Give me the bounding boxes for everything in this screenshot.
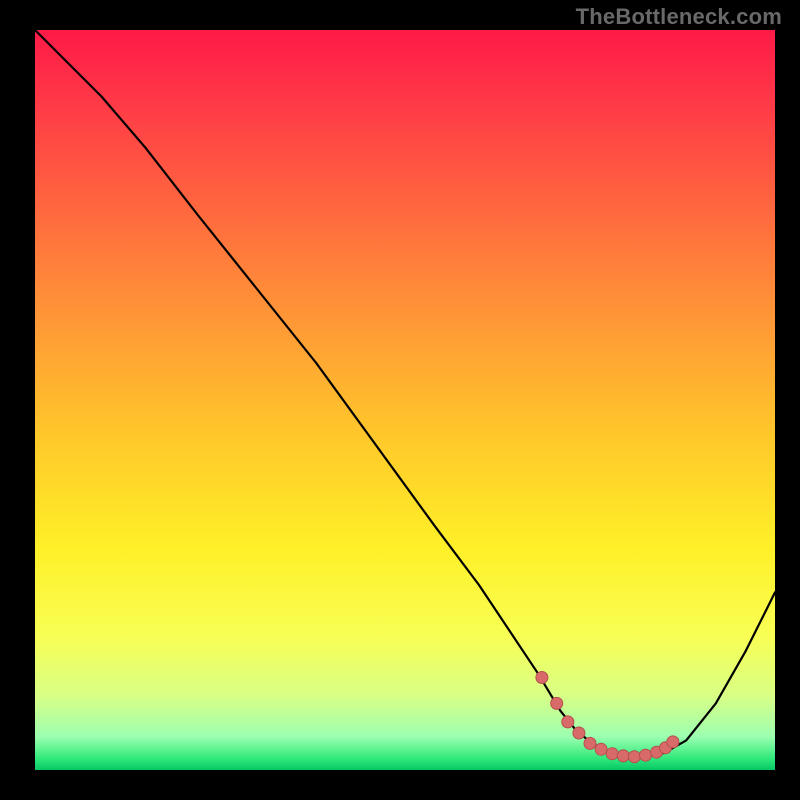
bottleneck-chart [35,30,775,770]
marker-dot [584,737,596,749]
watermark-text: TheBottleneck.com [576,4,782,30]
marker-dot [562,716,574,728]
marker-dot [573,727,585,739]
marker-dot [628,751,640,763]
chart-container [35,30,775,770]
marker-dot [617,750,629,762]
marker-dot [595,743,607,755]
marker-dot [536,672,548,684]
marker-dot [551,697,563,709]
marker-dot [667,736,679,748]
gradient-background [35,30,775,770]
marker-dot [606,748,618,760]
marker-dot [640,749,652,761]
